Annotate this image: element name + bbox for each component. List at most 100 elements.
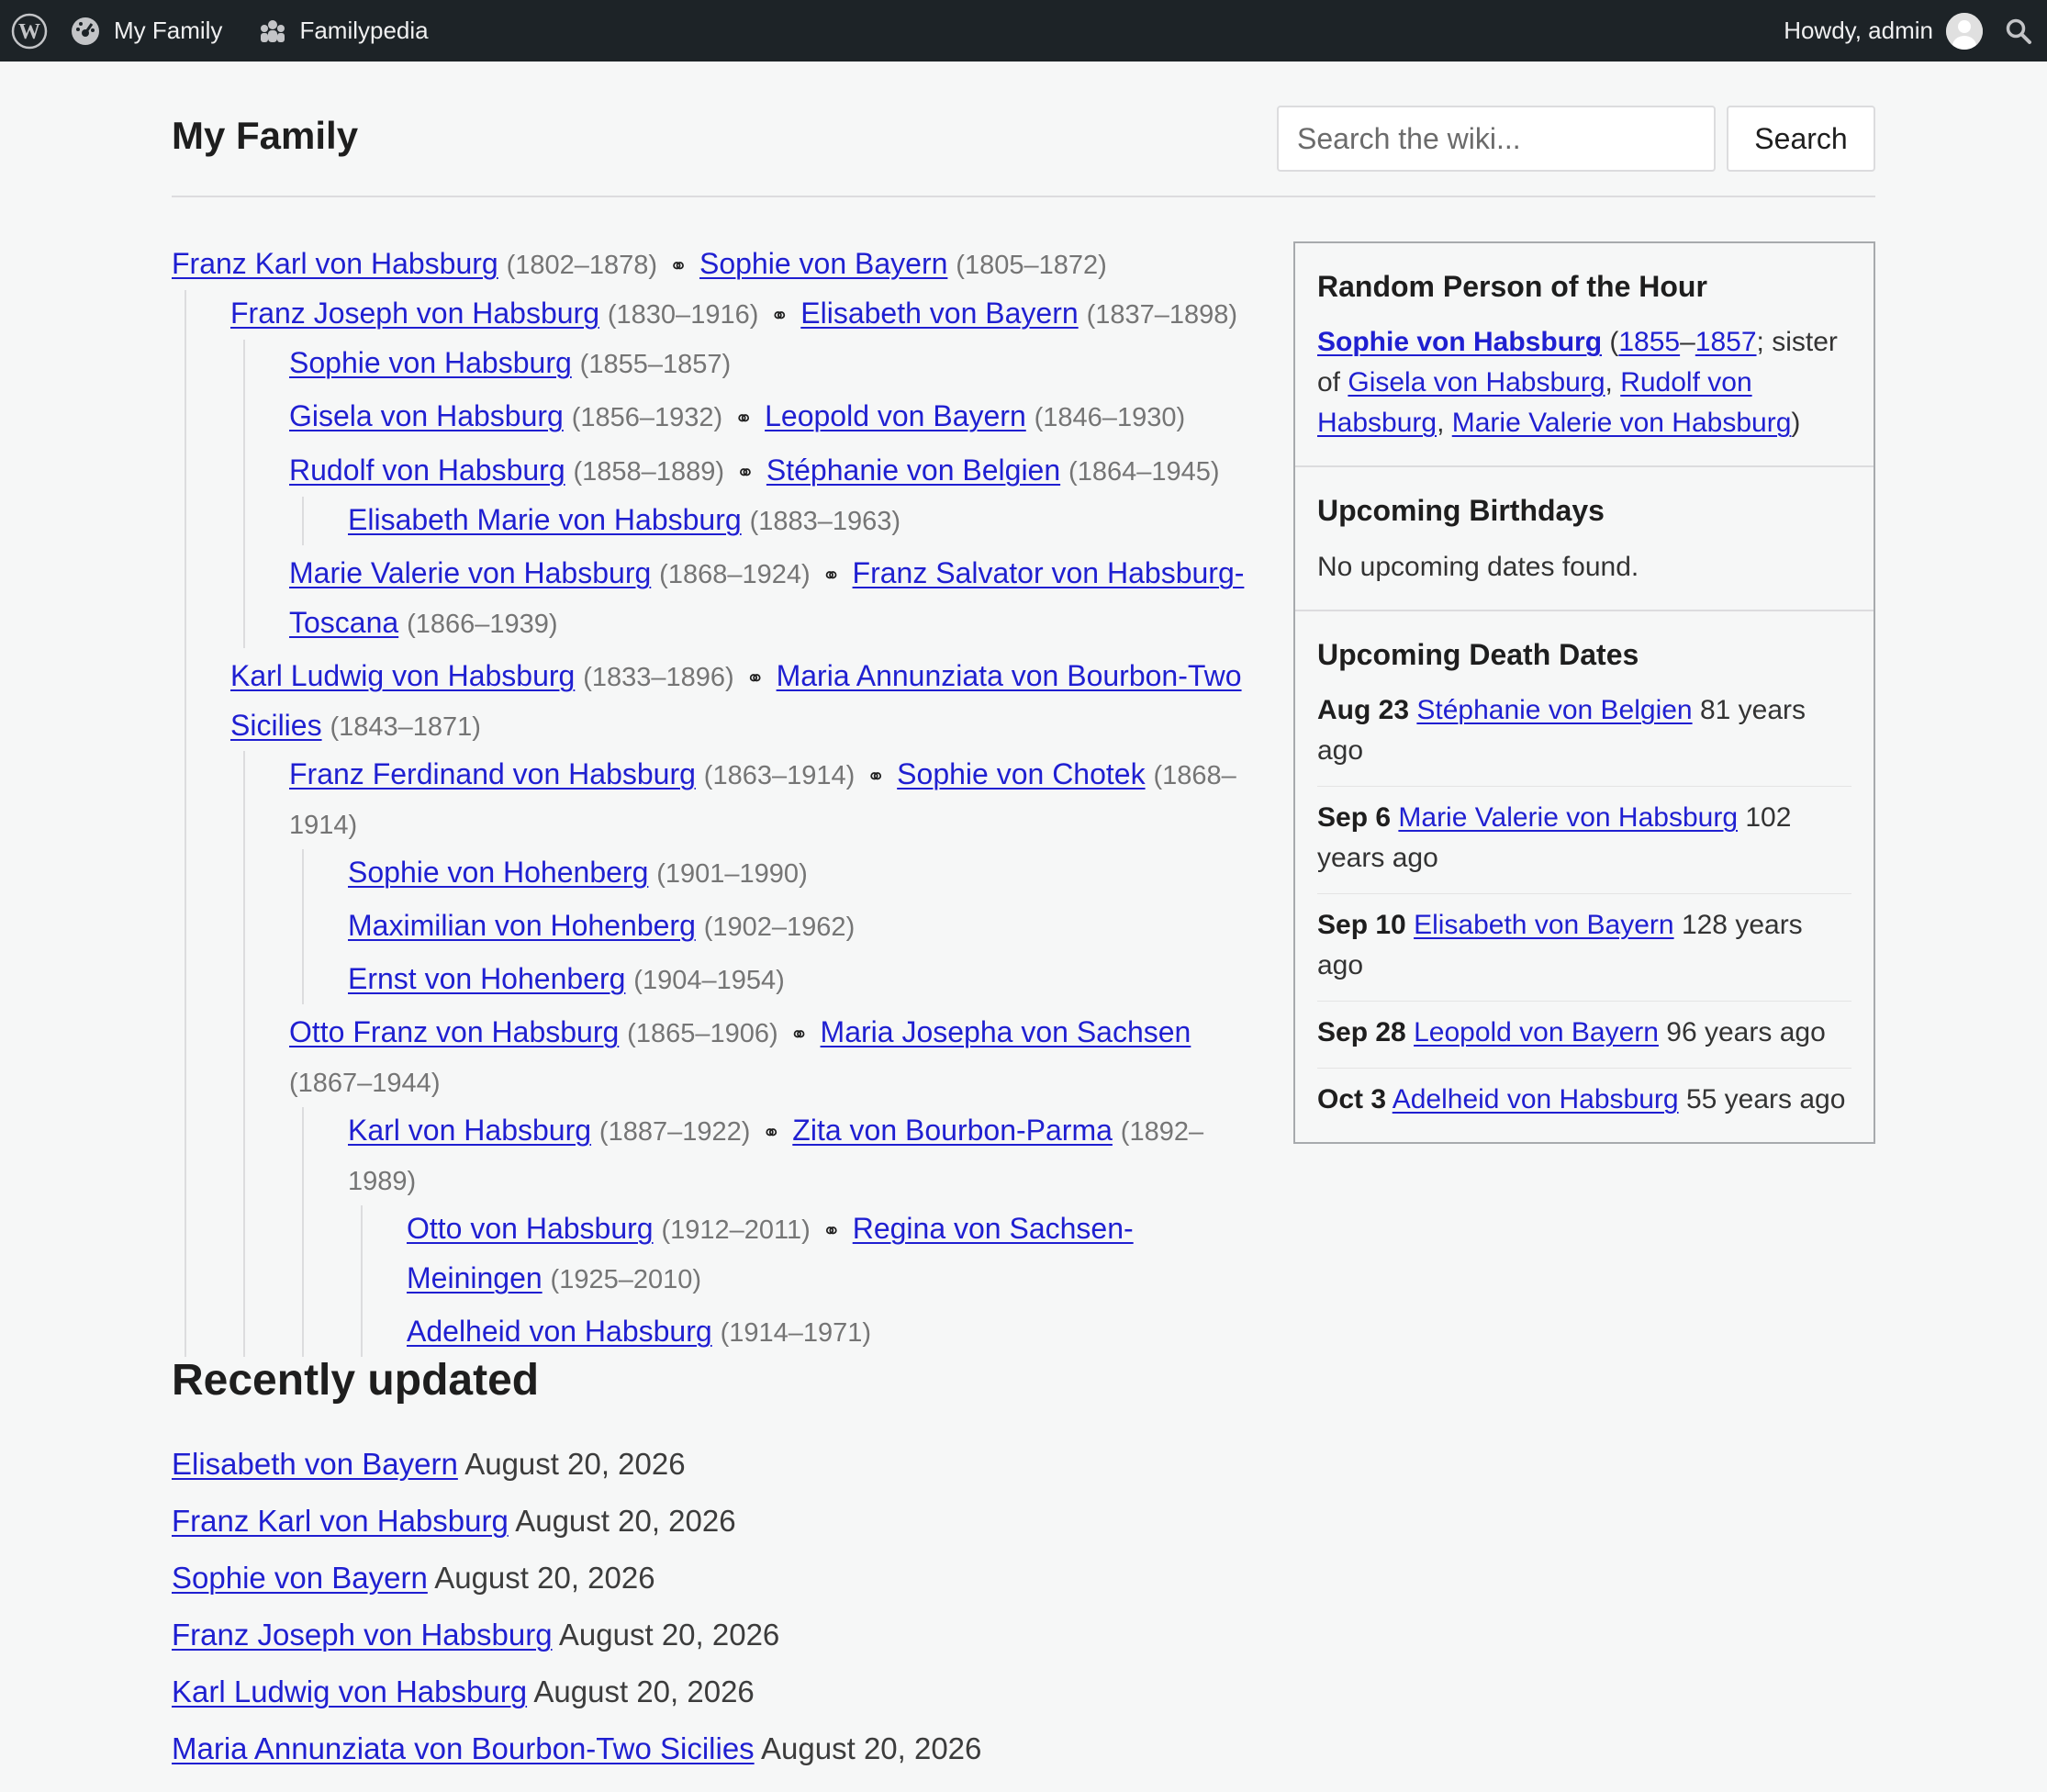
list-item: Franz Joseph von Habsburg August 20, 202… xyxy=(172,1615,1273,1672)
death-year-link[interactable]: 1857 xyxy=(1695,327,1757,357)
marriage-icon: ⚭ xyxy=(762,1121,781,1146)
person-link[interactable]: Marie Valerie von Habsburg xyxy=(1398,802,1738,833)
recent-date: August 20, 2026 xyxy=(515,1503,736,1538)
person-link[interactable]: Otto Franz von Habsburg xyxy=(289,1015,619,1048)
page-header: My Family Search xyxy=(172,62,1875,197)
person-link[interactable]: Marie Valerie von Habsburg xyxy=(289,556,651,589)
death-date: Sep 6 xyxy=(1317,802,1392,834)
person-link[interactable]: Adelheid von Habsburg xyxy=(1393,1084,1679,1114)
person-link[interactable]: Adelheid von Habsburg xyxy=(407,1315,712,1348)
marriage-icon: ⚭ xyxy=(735,461,755,486)
person-dates: (1914–1971) xyxy=(720,1318,872,1348)
person-link[interactable]: Leopold von Bayern xyxy=(1414,1017,1659,1047)
recent-date: August 20, 2026 xyxy=(464,1446,686,1481)
list-item: Sep 10 Elisabeth von Bayern 128 years ag… xyxy=(1317,894,1851,1002)
avatar xyxy=(1946,12,1983,50)
person-dates: (1902–1962) xyxy=(703,913,856,942)
recently-updated-heading: Recently updated xyxy=(172,1356,540,1405)
tree-node: Ernst von Hohenberg (1904–1954) xyxy=(348,956,1264,1004)
search-button[interactable]: Search xyxy=(1727,106,1875,172)
upcoming-birthdays-widget: Upcoming Birthdays No upcoming dates fou… xyxy=(1295,467,1874,611)
tree-node: Otto von Habsburg (1912–2011) ⚭ Regina v… xyxy=(407,1205,1264,1304)
tree-node: Karl Ludwig von Habsburg (1833–1896) ⚭ M… xyxy=(230,653,1264,1357)
recent-link[interactable]: Franz Karl von Habsburg xyxy=(172,1504,509,1538)
familypedia-label: Familypedia xyxy=(299,17,429,44)
account-menu[interactable]: Howdy, admin xyxy=(1773,0,1994,62)
person-dates: (1855–1857) xyxy=(579,350,732,379)
search-input[interactable] xyxy=(1277,106,1716,172)
list-item: Maria Annunziata von Bourbon-Two Sicilie… xyxy=(172,1729,1273,1786)
recent-date: August 20, 2026 xyxy=(761,1730,982,1765)
marriage-icon: ⚭ xyxy=(668,254,688,279)
spouse-link[interactable]: Elisabeth von Bayern xyxy=(800,297,1078,330)
page: My Family Search Franz Karl von Habsburg… xyxy=(172,62,1875,1765)
spouse-link[interactable]: Sophie von Chotek xyxy=(897,757,1145,790)
marriage-icon: ⚭ xyxy=(770,304,789,329)
spouse-dates: (1867–1944) xyxy=(289,1069,441,1098)
person-dates: (1830–1916) xyxy=(607,300,759,330)
tree-node: Maximilian von Hohenberg (1902–1962) xyxy=(348,902,1264,951)
person-link[interactable]: Otto von Habsburg xyxy=(407,1212,654,1245)
spouse-dates: (1843–1871) xyxy=(330,712,481,742)
person-link[interactable]: Elisabeth Marie von Habsburg xyxy=(348,503,742,536)
familypedia-menu[interactable]: Familypedia xyxy=(248,0,439,62)
person-link[interactable]: Gisela von Habsburg xyxy=(289,399,564,432)
list-item: Karl Ludwig von Habsburg August 20, 2026 xyxy=(172,1672,1273,1729)
person-link[interactable]: Franz Karl von Habsburg xyxy=(172,247,498,280)
person-dates: (1912–2011) xyxy=(661,1215,811,1245)
site-menu[interactable]: My Family xyxy=(59,0,233,62)
person-link[interactable]: Ernst von Hohenberg xyxy=(348,962,625,995)
spouse-link[interactable]: Sophie von Bayern xyxy=(699,247,947,280)
person-link[interactable]: Karl Ludwig von Habsburg xyxy=(230,659,575,692)
list-item: Sophie von Bayern August 20, 2026 xyxy=(172,1558,1273,1615)
list-item: Oct 3 Adelheid von Habsburg 55 years ago xyxy=(1317,1069,1851,1120)
person-link[interactable]: Sophie von Habsburg xyxy=(289,346,572,379)
person-link[interactable]: Sophie von Hohenberg xyxy=(348,856,648,889)
spouse-link[interactable]: Leopold von Bayern xyxy=(765,399,1026,432)
sibling-link[interactable]: Gisela von Habsburg xyxy=(1348,367,1605,398)
person-link[interactable]: Franz Ferdinand von Habsburg xyxy=(289,757,696,790)
wordpress-logo-icon[interactable]: W xyxy=(0,0,59,62)
recent-link[interactable]: Elisabeth von Bayern xyxy=(172,1447,458,1481)
sidebar: Random Person of the Hour Sophie von Hab… xyxy=(1293,241,1875,1145)
birth-year-link[interactable]: 1855 xyxy=(1618,327,1680,357)
tree-node: Franz Joseph von Habsburg (1830–1916) ⚭ … xyxy=(230,290,1264,648)
person-link[interactable]: Elisabeth von Bayern xyxy=(1414,910,1674,940)
death-date: Oct 3 xyxy=(1317,1084,1387,1115)
person-dates: (1904–1954) xyxy=(633,966,785,995)
svg-text:W: W xyxy=(18,20,40,44)
tree-node: Otto Franz von Habsburg (1865–1906) ⚭ Ma… xyxy=(289,1009,1264,1357)
person-dates: (1865–1906) xyxy=(627,1019,778,1048)
spouse-link[interactable]: Zita von Bourbon-Parma xyxy=(792,1114,1113,1147)
spouse-link[interactable]: Stéphanie von Belgien xyxy=(766,454,1060,487)
page-title: My Family xyxy=(172,114,359,157)
spouse-dates: (1925–2010) xyxy=(550,1265,702,1294)
tree-node: Gisela von Habsburg (1856–1932) ⚭ Leopol… xyxy=(289,393,1264,442)
recent-link[interactable]: Sophie von Bayern xyxy=(172,1561,428,1595)
person-link[interactable]: Maximilian von Hohenberg xyxy=(348,909,696,942)
search-icon[interactable] xyxy=(1994,0,2047,62)
family-icon xyxy=(259,17,286,45)
marriage-icon: ⚭ xyxy=(822,1219,841,1244)
list-item: Aug 23 Stéphanie von Belgien 81 years ag… xyxy=(1317,690,1851,788)
person-link[interactable]: Franz Joseph von Habsburg xyxy=(230,297,599,330)
spouse-dates: (1864–1945) xyxy=(1068,457,1220,487)
tree-node: Rudolf von Habsburg (1858–1889) ⚭ Stépha… xyxy=(289,447,1264,545)
random-person-link[interactable]: Sophie von Habsburg xyxy=(1317,327,1602,357)
sibling-link[interactable]: Marie Valerie von Habsburg xyxy=(1452,408,1792,438)
tree-node: Franz Ferdinand von Habsburg (1863–1914)… xyxy=(289,751,1264,1004)
person-link[interactable]: Karl von Habsburg xyxy=(348,1114,591,1147)
death-date: Sep 28 xyxy=(1317,1017,1406,1048)
site-name: My Family xyxy=(114,17,223,44)
list-item: Franz Karl von Habsburg August 20, 2026 xyxy=(172,1501,1273,1558)
recent-link[interactable]: Franz Joseph von Habsburg xyxy=(172,1618,553,1652)
marriage-icon: ⚭ xyxy=(734,407,754,431)
marriage-icon: ⚭ xyxy=(789,1023,809,1047)
spouse-dates: (1866–1939) xyxy=(407,610,558,639)
recent-link[interactable]: Karl Ludwig von Habsburg xyxy=(172,1674,527,1708)
recent-link[interactable]: Maria Annunziata von Bourbon-Two Sicilie… xyxy=(172,1731,755,1765)
spouse-link[interactable]: Maria Josepha von Sachsen xyxy=(821,1015,1191,1048)
person-link[interactable]: Stéphanie von Belgien xyxy=(1416,695,1692,725)
person-link[interactable]: Rudolf von Habsburg xyxy=(289,454,565,487)
recent-date: August 20, 2026 xyxy=(434,1560,655,1595)
